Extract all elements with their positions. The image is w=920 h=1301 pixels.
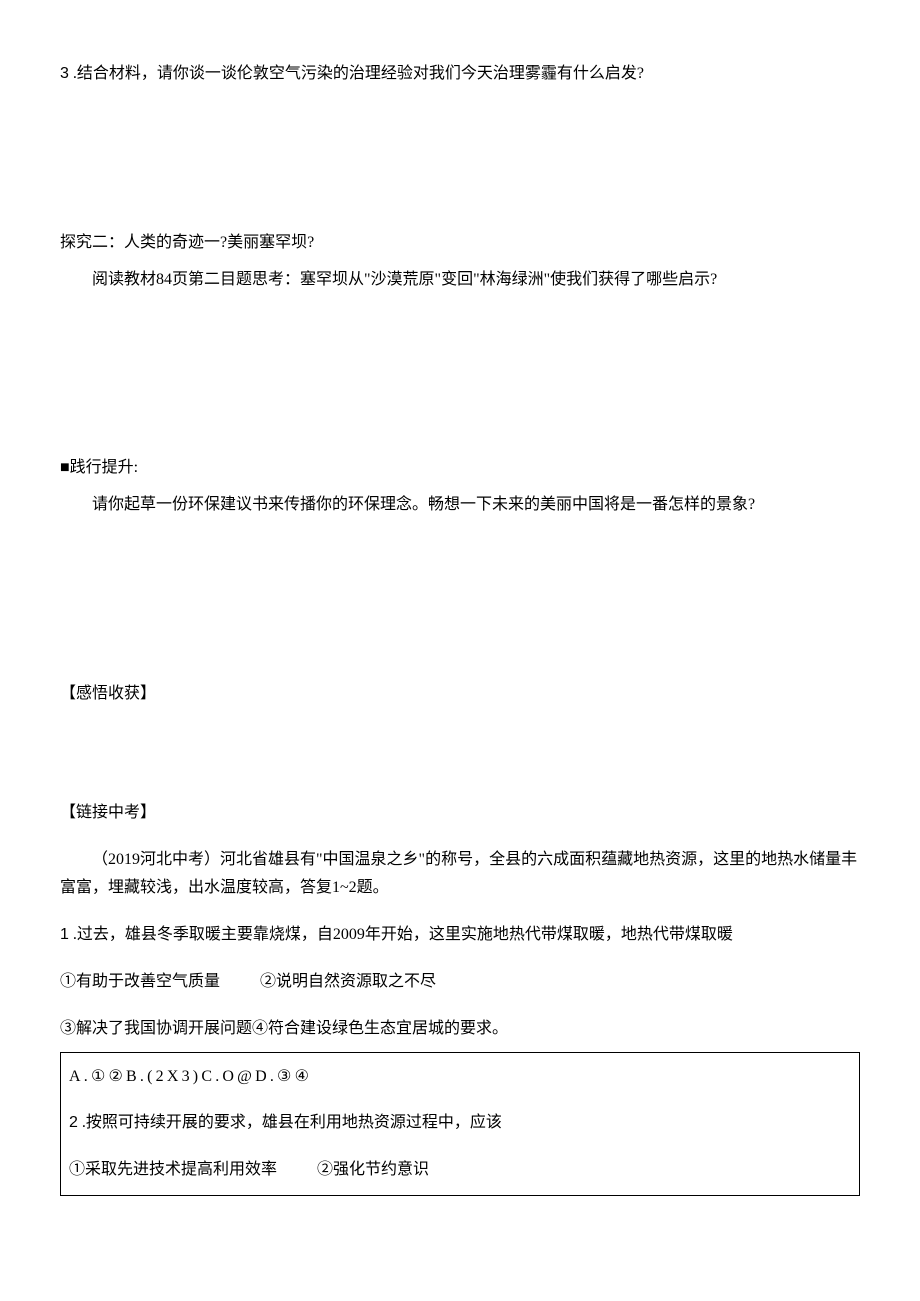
answer-box: A.①②B.(2X3)C.O@D.③④ 2 .按照可持续开展的要求，雄县在利用地… — [60, 1052, 860, 1196]
q2-stmt-1: ①采取先进技术提高利用效率 — [69, 1161, 277, 1178]
q3-text: .结合材料，请你谈一谈伦敦空气污染的治理经验对我们今天治理雾霾有什么启发? — [69, 65, 644, 82]
practice-body: 请你起草一份环保建议书来传播你的环保理念。畅想一下未来的美丽中国将是一番怎样的景… — [60, 491, 860, 520]
q1-statements-1-2: ①有助于改善空气质量 ②说明自然资源取之不尽 — [60, 968, 860, 997]
question-2: 2 .按照可持续开展的要求，雄县在利用地热资源过程中，应该 — [69, 1109, 851, 1138]
reflection-title: 【感悟收获】 — [60, 680, 860, 709]
q2-text: .按照可持续开展的要求，雄县在利用地热资源过程中，应该 — [78, 1114, 502, 1131]
question-1: 1 .过去，雄县冬季取暖主要靠烧煤，自2009年开始，这里实施地热代带煤取暖，地… — [60, 921, 860, 950]
q1-statements-3-4: ③解决了我国协调开展问题④符合建设绿色生态宜居城的要求。 — [60, 1015, 860, 1044]
exam-link-intro: （2019河北中考）河北省雄县有"中国温泉之乡"的称号，全县的六成面积蕴藏地热资… — [60, 846, 860, 904]
exam-link-title: 【链接中考】 — [60, 799, 860, 828]
q3-number: 3 — [60, 65, 69, 82]
q1-stmt-1: ①有助于改善空气质量 — [60, 973, 220, 990]
inquiry-2-body: 阅读教材84页第二目题思考：塞罕坝从"沙漠荒原"变回"林海绿洲"使我们获得了哪些… — [60, 266, 860, 295]
question-3: 3 .结合材料，请你谈一谈伦敦空气污染的治理经验对我们今天治理雾霾有什么启发? — [60, 60, 860, 89]
q1-number: 1 — [60, 926, 69, 943]
q1-text: .过去，雄县冬季取暖主要靠烧煤，自2009年开始，这里实施地热代带煤取暖，地热代… — [69, 926, 733, 943]
q1-options: A.①②B.(2X3)C.O@D.③④ — [69, 1063, 851, 1092]
q2-statements-1-2: ①采取先进技术提高利用效率 ②强化节约意识 — [69, 1156, 851, 1185]
q1-stmt-2: ②说明自然资源取之不尽 — [260, 973, 436, 990]
q2-number: 2 — [69, 1114, 78, 1131]
practice-title: ■践行提升: — [60, 454, 860, 483]
inquiry-2-title: 探究二：人类的奇迹一?美丽塞罕坝? — [60, 229, 860, 258]
q2-stmt-2: ②强化节约意识 — [317, 1161, 429, 1178]
